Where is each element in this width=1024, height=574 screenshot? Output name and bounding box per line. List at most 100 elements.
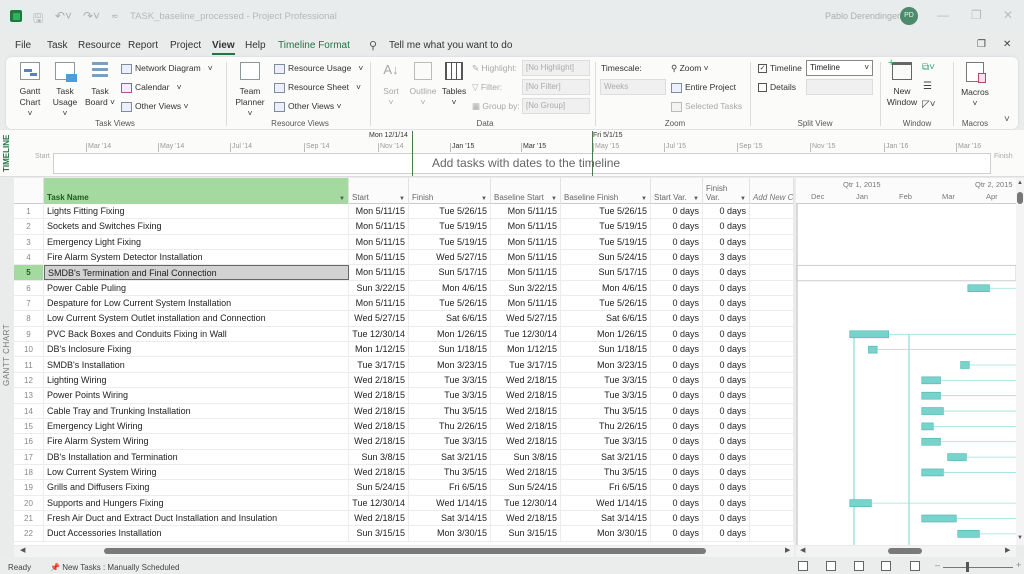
cell-bfinish[interactable]: Tue 3/3/15 [561,372,651,388]
table-row[interactable]: 4 Fire Alarm System Detector Installation… [14,250,794,266]
cell-name[interactable]: Lighting Wiring [44,372,349,388]
cell-bstart[interactable]: Sun 3/15/15 [491,526,561,541]
cell-name[interactable]: SMDB's Installation [44,357,349,372]
cell-bstart[interactable]: Mon 5/11/15 [491,265,561,280]
cell-sv[interactable]: 0 days [651,265,703,280]
cell-bfinish[interactable]: Tue 5/19/15 [561,234,651,250]
table-row[interactable]: 15 Emergency Light Wiring Wed 2/18/15 Thu 2… [14,418,794,435]
cell-bstart[interactable]: Mon 5/11/15 [491,219,561,234]
collapse-ribbon-icon[interactable]: ˅ [1004,114,1010,125]
cell-bfinish[interactable]: Sun 5/17/15 [561,265,651,280]
cell-fv[interactable]: 0 days [703,234,750,250]
cell-finish[interactable]: Tue 5/26/15 [409,204,491,219]
scroll-left-arrow-icon[interactable]: ◀ [20,546,25,554]
cell-finish[interactable]: Sun 5/17/15 [409,265,491,280]
cell-add-new[interactable] [750,511,794,526]
cell-start[interactable]: Mon 5/11/15 [349,296,409,311]
cell-add-new[interactable] [750,403,794,418]
cell-finish[interactable]: Wed 5/27/15 [409,250,491,265]
filter-arrow-icon[interactable]: ▼ [481,196,487,202]
gantt-bar[interactable] [849,499,872,507]
cell-fv[interactable]: 0 days [703,280,750,296]
cell-finish[interactable]: Sat 3/14/15 [409,511,491,526]
cell-start[interactable]: Wed 2/18/15 [349,403,409,418]
cell-add-new[interactable] [750,464,794,480]
cell-fv[interactable]: 0 days [703,418,750,434]
zoom-button[interactable]: ⚲ Zoom ˅ [671,63,709,74]
cell-sv[interactable]: 0 days [651,250,703,265]
cell-add-new[interactable] [750,204,794,219]
highlight-dropdown[interactable]: [No Highlight] [522,60,590,76]
cell-start[interactable]: Mon 5/11/15 [349,219,409,234]
cell-bfinish[interactable]: Mon 3/30/15 [561,526,651,541]
cell-fv[interactable]: 0 days [703,326,750,342]
cell-bstart[interactable]: Wed 2/18/15 [491,372,561,388]
macros-button[interactable]: Macros ˅ [958,62,992,109]
network-diagram-button[interactable]: Network Diagram ˅ [121,63,213,74]
cell-add-new[interactable] [750,311,794,326]
cell-sv[interactable]: 0 days [651,388,703,403]
cell-finish[interactable]: Tue 3/3/15 [409,434,491,449]
cell-start[interactable]: Mon 5/11/15 [349,265,409,280]
cell-fv[interactable]: 0 days [703,296,750,311]
column-header-baseline-finish[interactable]: Baseline Finish ▼ [561,178,651,204]
cell-name[interactable]: Cable Tray and Trunking Installation [44,403,349,418]
cell-name[interactable]: Fire Alarm System Detector Installation [44,250,349,265]
cell-start[interactable]: Sun 3/8/15 [349,449,409,464]
cell-fv[interactable]: 0 days [703,204,750,219]
close-document-button[interactable]: ✕ [1003,39,1011,50]
calendar-button[interactable]: Calendar ˅ [121,82,182,93]
gantt-bar[interactable] [921,468,944,477]
view-gantt-chart-icon[interactable] [798,561,808,571]
cell-sv[interactable]: 0 days [651,403,703,418]
cell-fv[interactable]: 0 days [703,265,750,280]
cell-bstart[interactable]: Wed 2/18/15 [491,434,561,449]
cell-bstart[interactable]: Tue 3/17/15 [491,357,561,372]
cell-add-new[interactable] [750,372,794,388]
table-row[interactable]: 21 Fresh Air Duct and Extract Duct Instal… [14,511,794,527]
task-other-views-button[interactable]: Other Views ˅ [121,101,188,112]
ribbon-display-options-icon[interactable]: ❐ [977,39,986,50]
redo-icon[interactable]: ↷˅ [83,9,100,23]
cell-sv[interactable]: 0 days [651,434,703,449]
cell-id[interactable]: 4 [14,250,44,265]
cell-fv[interactable]: 0 days [703,511,750,526]
cell-bstart[interactable]: Mon 5/11/15 [491,296,561,311]
table-row[interactable]: 17 DB's Installation and Termination Sun 3… [14,449,794,465]
cell-fv[interactable]: 0 days [703,526,750,541]
restore-button[interactable]: ❐ [971,8,982,22]
cell-id[interactable]: 15 [14,418,44,434]
table-row[interactable]: 9 PVC Back Boxes and Conduits Fixing in W… [14,326,794,343]
cell-start[interactable]: Wed 2/18/15 [349,511,409,526]
cell-finish[interactable]: Tue 3/3/15 [409,372,491,388]
cell-fv[interactable]: 0 days [703,357,750,372]
view-report-icon[interactable] [910,561,920,571]
cell-bfinish[interactable]: Tue 5/26/15 [561,296,651,311]
cell-sv[interactable]: 0 days [651,234,703,250]
search-icon[interactable]: ⚲ [369,39,377,52]
cell-finish[interactable]: Tue 3/3/15 [409,388,491,403]
cell-start[interactable]: Mon 5/11/15 [349,234,409,250]
table-row[interactable]: 1 Lights Fitting Fixing Mon 5/11/15 Tue 5/2… [14,204,794,220]
tab-help[interactable]: Help [245,40,266,51]
cell-fv[interactable]: 0 days [703,372,750,388]
resource-other-views-button[interactable]: Other Views ˅ [274,101,341,112]
avatar[interactable]: PD [900,7,918,25]
cell-start[interactable]: Wed 2/18/15 [349,464,409,480]
cell-fv[interactable]: 0 days [703,480,750,495]
table-row[interactable]: 10 DB's Inclosure Fixing Mon 1/12/15 Sun 1/… [14,342,794,358]
cell-finish[interactable]: Tue 5/19/15 [409,234,491,250]
cell-id[interactable]: 10 [14,342,44,357]
column-header-start-var[interactable]: Start Var. ▼ [651,178,703,204]
tab-task[interactable]: Task [47,40,68,51]
cell-bstart[interactable]: Mon 5/11/15 [491,204,561,219]
resource-sheet-button[interactable]: Resource Sheet ˅ [274,82,361,93]
cell-id[interactable]: 22 [14,526,44,541]
cell-add-new[interactable] [750,280,794,296]
zoom-out-icon[interactable]: – [935,560,940,570]
cell-bstart[interactable]: Mon 1/12/15 [491,342,561,357]
cell-name[interactable]: Grills and Diffusers Fixing [44,480,349,495]
cell-start[interactable]: Wed 2/18/15 [349,418,409,434]
cell-id[interactable]: 2 [14,219,44,234]
cell-id[interactable]: 6 [14,280,44,296]
